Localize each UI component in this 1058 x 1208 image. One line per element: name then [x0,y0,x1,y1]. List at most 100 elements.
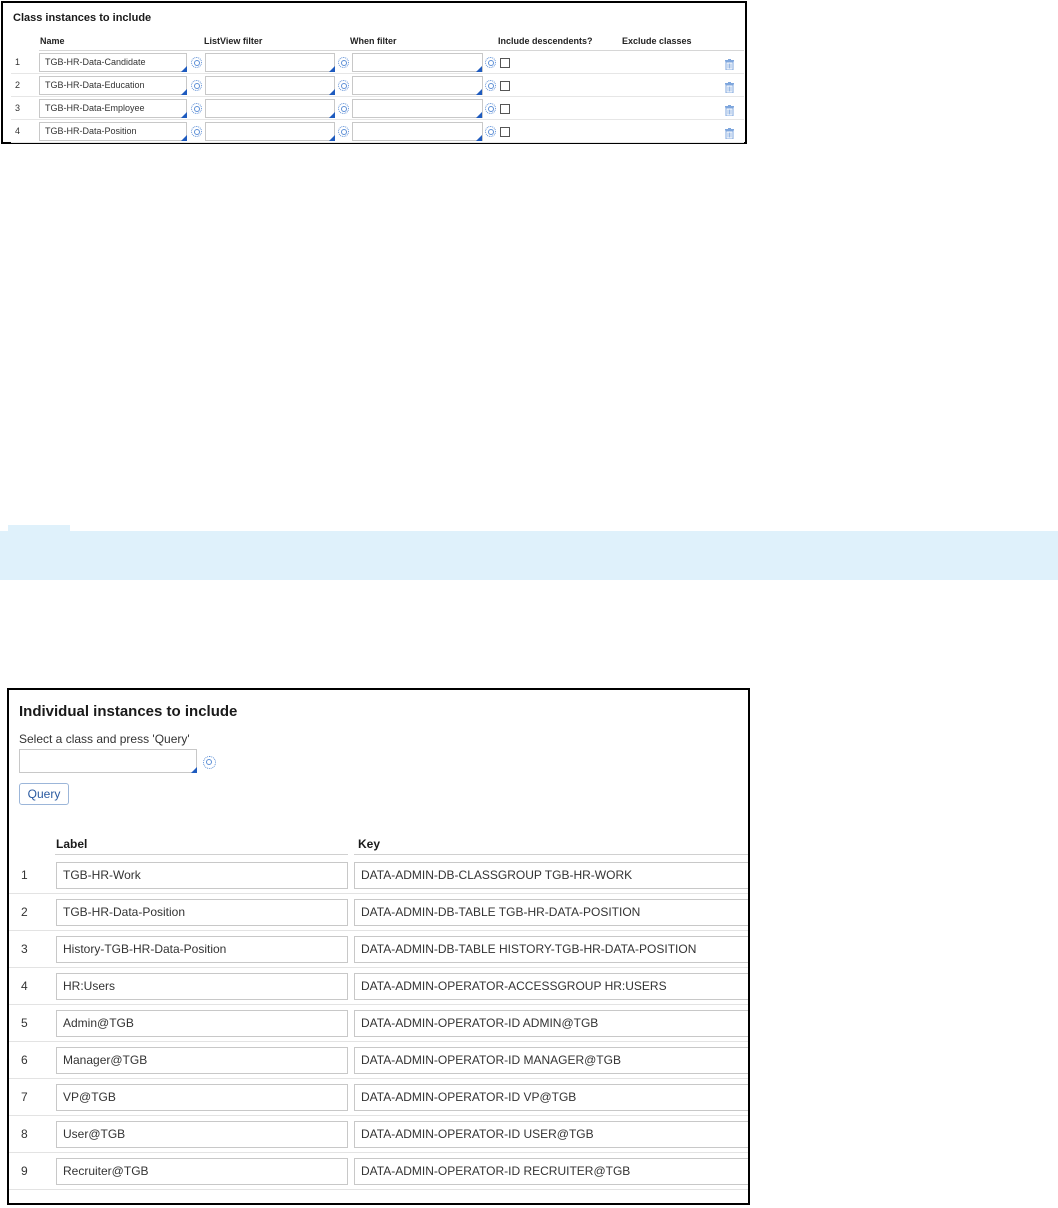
when-filter-input[interactable] [352,99,483,118]
include-descendents-checkbox[interactable] [500,127,510,137]
instance-key-field[interactable]: DATA-ADMIN-OPERATOR-ID USER@TGB [354,1121,748,1148]
trash-icon[interactable] [725,80,734,94]
header-divider [55,854,348,855]
col-header-listview-filter: ListView filter [204,36,263,46]
col-header-key: Key [358,837,381,851]
row-number: 4 [15,126,21,136]
row-number: 3 [21,942,28,956]
instance-key-field[interactable]: DATA-ADMIN-OPERATOR-ID RECRUITER@TGB [354,1158,748,1185]
listview-filter-input[interactable] [205,53,335,72]
dropdown-triangle-icon[interactable] [476,112,482,118]
row-number: 6 [21,1053,28,1067]
include-descendents-checkbox[interactable] [500,104,510,114]
instance-key-field[interactable]: DATA-ADMIN-DB-CLASSGROUP TGB-HR-WORK [354,862,748,889]
instance-row: 3 History-TGB-HR-Data-Position DATA-ADMIN-… [9,931,748,968]
instance-key-field[interactable]: DATA-ADMIN-DB-TABLE HISTORY-TGB-HR-DATA-… [354,936,748,963]
gear-icon[interactable] [338,57,349,68]
individual-instances-title: Individual instances to include [19,703,238,720]
class-row: 3 TGB-HR-Data-Employee [11,97,744,120]
dropdown-triangle-icon[interactable] [329,66,335,72]
dropdown-triangle-icon[interactable] [191,767,197,773]
gear-icon[interactable] [485,57,496,68]
trash-icon[interactable] [725,103,734,117]
info-banner [0,531,1058,580]
col-header-when-filter: When filter [350,36,397,46]
instance-row: 6 Manager@TGB DATA-ADMIN-OPERATOR-ID MANAG… [9,1042,748,1079]
row-number: 3 [15,103,21,113]
row-number: 2 [21,905,28,919]
gear-icon[interactable] [191,126,202,137]
dropdown-triangle-icon[interactable] [476,89,482,95]
dropdown-triangle-icon[interactable] [476,66,482,72]
listview-filter-input[interactable] [205,99,335,118]
gear-icon[interactable] [485,126,496,137]
instance-key-field[interactable]: DATA-ADMIN-OPERATOR-ID VP@TGB [354,1084,748,1111]
gear-icon[interactable] [191,103,202,114]
class-name-input[interactable]: TGB-HR-Data-Education [39,76,187,95]
dropdown-triangle-icon[interactable] [329,135,335,141]
row-number: 5 [21,1016,28,1030]
instance-row: 7 VP@TGB DATA-ADMIN-OPERATOR-ID VP@TGB [9,1079,748,1116]
instance-key-field[interactable]: DATA-ADMIN-OPERATOR-ACCESSGROUP HR:USERS [354,973,748,1000]
instance-row: 1 TGB-HR-Work DATA-ADMIN-DB-CLASSGROUP TGB… [9,857,748,894]
instance-row: 2 TGB-HR-Data-Position DATA-ADMIN-DB-TABLE… [9,894,748,931]
instance-label-field[interactable]: Recruiter@TGB [56,1158,348,1185]
header-divider [354,854,748,855]
class-row: 2 TGB-HR-Data-Education [11,74,744,97]
row-number: 1 [21,868,28,882]
instance-key-field[interactable]: DATA-ADMIN-OPERATOR-ID ADMIN@TGB [354,1010,748,1037]
query-button[interactable]: Query [19,783,69,805]
gear-icon[interactable] [191,57,202,68]
instance-label-field[interactable]: HR:Users [56,973,348,1000]
instance-label-field[interactable]: User@TGB [56,1121,348,1148]
dropdown-triangle-icon[interactable] [181,112,187,118]
gear-icon[interactable] [338,103,349,114]
col-header-name: Name [40,36,65,46]
dropdown-triangle-icon[interactable] [181,135,187,141]
dropdown-triangle-icon[interactable] [476,135,482,141]
gear-icon[interactable] [191,80,202,91]
when-filter-input[interactable] [352,122,483,141]
instance-row: 4 HR:Users DATA-ADMIN-OPERATOR-ACCESSGROUP… [9,968,748,1005]
instance-label-field[interactable]: TGB-HR-Work [56,862,348,889]
instance-key-field[interactable]: DATA-ADMIN-OPERATOR-ID MANAGER@TGB [354,1047,748,1074]
dropdown-triangle-icon[interactable] [329,89,335,95]
instance-label-field[interactable]: History-TGB-HR-Data-Position [56,936,348,963]
col-header-label: Label [56,837,88,851]
class-name-input[interactable]: TGB-HR-Data-Employee [39,99,187,118]
class-select-input[interactable] [19,749,197,773]
instance-label-field[interactable]: TGB-HR-Data-Position [56,899,348,926]
row-number: 9 [21,1164,28,1178]
row-number: 2 [15,80,21,90]
class-instances-title: Class instances to include [13,12,152,24]
row-number: 8 [21,1127,28,1141]
dropdown-triangle-icon[interactable] [181,89,187,95]
class-row: 4 TGB-HR-Data-Position [11,120,744,143]
gear-icon[interactable] [203,756,216,769]
instance-label-field[interactable]: Admin@TGB [56,1010,348,1037]
gear-icon[interactable] [485,103,496,114]
when-filter-input[interactable] [352,76,483,95]
trash-icon[interactable] [725,57,734,71]
class-instances-panel: Class instances to include Name ListView… [1,1,747,144]
dropdown-triangle-icon[interactable] [329,112,335,118]
class-name-input[interactable]: TGB-HR-Data-Position [39,122,187,141]
dropdown-triangle-icon[interactable] [181,66,187,72]
include-descendents-checkbox[interactable] [500,81,510,91]
gear-icon[interactable] [485,80,496,91]
trash-icon[interactable] [725,126,734,140]
gear-icon[interactable] [338,80,349,91]
instance-key-field[interactable]: DATA-ADMIN-DB-TABLE TGB-HR-DATA-POSITION [354,899,748,926]
gear-icon[interactable] [338,126,349,137]
row-number: 4 [21,979,28,993]
instance-row: 9 Recruiter@TGB DATA-ADMIN-OPERATOR-ID REC… [9,1153,748,1190]
instance-label-field[interactable]: Manager@TGB [56,1047,348,1074]
col-header-exclude-classes: Exclude classes [622,36,692,46]
include-descendents-checkbox[interactable] [500,58,510,68]
instance-label-field[interactable]: VP@TGB [56,1084,348,1111]
when-filter-input[interactable] [352,53,483,72]
class-name-input[interactable]: TGB-HR-Data-Candidate [39,53,187,72]
listview-filter-input[interactable] [205,76,335,95]
listview-filter-input[interactable] [205,122,335,141]
individual-instances-panel: Individual instances to include Select a… [7,688,750,1205]
